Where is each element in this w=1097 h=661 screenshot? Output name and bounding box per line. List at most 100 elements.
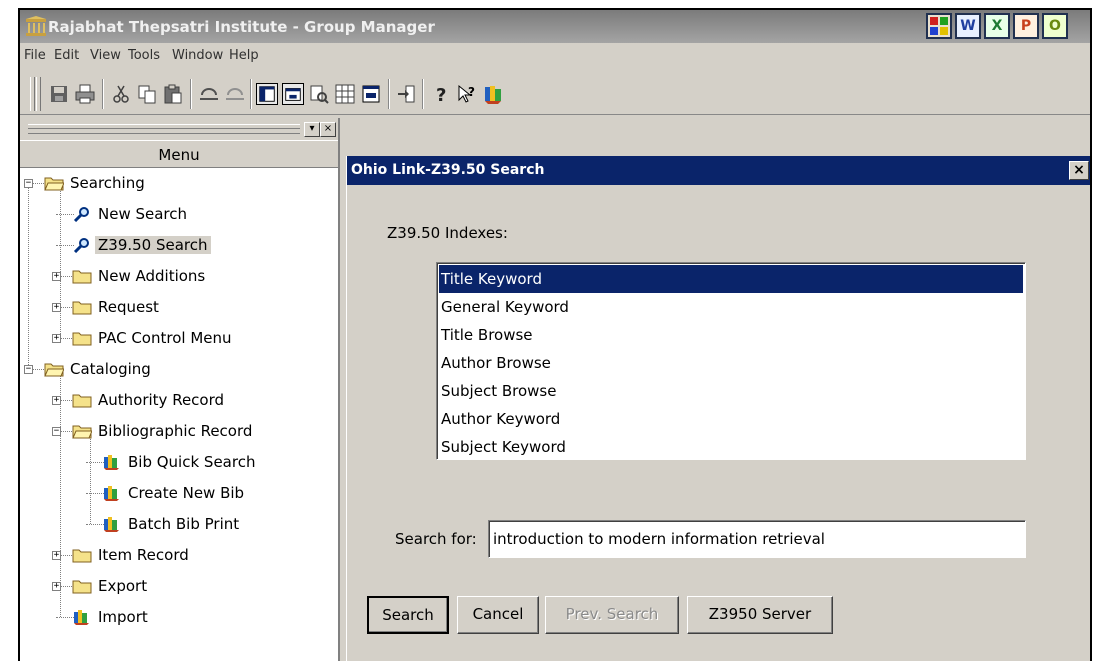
restore-icon[interactable]: ▾ (304, 122, 320, 137)
exit-icon[interactable] (396, 83, 418, 105)
word-icon[interactable]: W (955, 13, 981, 39)
expand-icon[interactable]: + (52, 272, 61, 281)
panel-grip[interactable] (28, 124, 300, 134)
paste-icon[interactable] (162, 83, 184, 105)
dialog-title: Ohio Link-Z39.50 Search (351, 162, 545, 178)
list-item[interactable]: Subject Browse (439, 377, 1023, 405)
books-icon (102, 516, 122, 532)
menu-panel-icon[interactable] (256, 83, 278, 105)
context-help-icon[interactable]: ? (456, 83, 478, 105)
copy-icon[interactable] (136, 83, 158, 105)
app-window: Rajabhat Thepsatri Institute - Group Man… (18, 8, 1092, 661)
toolbar: ? ? (20, 69, 1090, 115)
undo-icon[interactable] (198, 83, 220, 105)
search-button[interactable]: Search (367, 596, 449, 634)
search-input[interactable]: introduction to modern information retri… (488, 520, 1026, 558)
tree-item-label: Z39.50 Search (95, 236, 211, 254)
expand-icon[interactable]: + (52, 303, 61, 312)
menu-view[interactable]: View (90, 48, 121, 63)
dialog-close-button[interactable]: × (1069, 161, 1089, 180)
window-title: Rajabhat Thepsatri Institute - Group Man… (48, 18, 435, 36)
find-icon[interactable] (308, 83, 330, 105)
menu-help[interactable]: Help (229, 48, 259, 63)
tree-item-label: Cataloging (70, 360, 151, 378)
expand-icon[interactable]: + (52, 582, 61, 591)
svg-text:?: ? (468, 85, 475, 99)
tree-guide (60, 183, 61, 338)
window-icon[interactable] (282, 83, 304, 105)
folder-icon (72, 330, 92, 346)
tree-item-label: Searching (70, 174, 145, 192)
search-icon (72, 206, 92, 222)
collapse-icon[interactable]: − (24, 365, 33, 374)
cancel-button[interactable]: Cancel (457, 596, 539, 634)
toolbar-grip-2 (36, 77, 41, 111)
folder-icon (72, 578, 92, 594)
menu-window[interactable]: Window (172, 48, 223, 63)
toolbar-separator (388, 79, 390, 109)
list-item[interactable]: Title Keyword (439, 265, 1023, 293)
z3950-server-button[interactable]: Z3950 Server (687, 596, 833, 634)
collapse-icon[interactable]: − (52, 427, 61, 436)
excel-icon[interactable]: X (984, 13, 1010, 39)
books-icon (102, 485, 122, 501)
toolbar-separator (190, 79, 192, 109)
folder-icon (72, 392, 92, 408)
folder-icon (44, 175, 64, 191)
tree-item-label: Export (98, 577, 148, 595)
folder-icon (72, 547, 92, 563)
help-icon[interactable]: ? (430, 83, 452, 105)
close-icon[interactable]: × (320, 122, 336, 137)
books-icon[interactable] (482, 83, 504, 105)
folder-icon (72, 268, 92, 284)
tree-guide (60, 369, 61, 617)
menu-file[interactable]: File (24, 48, 46, 63)
menu-tree: − Searching New Search Z39.50 Search + New Ad… (20, 170, 338, 661)
z3950-search-dialog: Ohio Link-Z39.50 Search × Z39.50 Indexes… (346, 156, 1090, 661)
prev-search-button[interactable]: Prev. Search (545, 596, 679, 634)
menu-panel: ▾ × Menu − Searching New Search Z39.50 Sear… (20, 118, 340, 661)
collapse-icon[interactable]: − (24, 179, 33, 188)
search-for-label: Search for: (395, 530, 477, 548)
list-item[interactable]: Author Keyword (439, 405, 1023, 433)
access-icon[interactable] (926, 13, 952, 39)
tree-item-label: Authority Record (98, 391, 225, 409)
tree-item-label: Create New Bib (128, 484, 245, 502)
menu-bar: File Edit View Tools Window Help (20, 43, 1090, 69)
list-item[interactable]: General Keyword (439, 293, 1023, 321)
list-item[interactable]: Title Browse (439, 321, 1023, 349)
tree-item-label: Batch Bib Print (128, 515, 240, 533)
menu-edit[interactable]: Edit (54, 48, 79, 63)
books-icon (72, 609, 92, 625)
expand-icon[interactable]: + (52, 551, 61, 560)
grid-icon[interactable] (334, 83, 356, 105)
expand-icon[interactable]: + (52, 334, 61, 343)
folder-icon (44, 361, 64, 377)
toolbar-separator (102, 79, 104, 109)
tree-item-label: New Additions (98, 267, 206, 285)
indexes-listbox[interactable]: Title Keyword General Keyword Title Brow… (436, 262, 1026, 460)
tree-guide (90, 431, 91, 524)
dialog-title-bar: Ohio Link-Z39.50 Search × (347, 156, 1090, 185)
redo-icon[interactable] (224, 83, 246, 105)
cut-icon[interactable] (110, 83, 132, 105)
menu-tools[interactable]: Tools (128, 48, 160, 63)
toolbar-grip[interactable] (30, 77, 35, 111)
tree-guide (28, 183, 29, 369)
save-icon[interactable] (48, 83, 70, 105)
powerpoint-icon[interactable]: P (1013, 13, 1039, 39)
expand-icon[interactable]: + (52, 396, 61, 405)
tree-item-label: New Search (98, 205, 188, 223)
list-item[interactable]: Subject Keyword (439, 433, 1023, 461)
institute-icon (26, 16, 46, 36)
folder-icon (72, 299, 92, 315)
books-icon (102, 454, 122, 470)
outlook-icon[interactable]: O (1042, 13, 1068, 39)
tree-item-label: Import (98, 608, 148, 626)
print-icon[interactable] (74, 83, 96, 105)
tree-item-label: PAC Control Menu (98, 329, 232, 347)
form-icon[interactable] (360, 83, 382, 105)
search-icon (72, 237, 92, 253)
list-item[interactable]: Author Browse (439, 349, 1023, 377)
tree-item-label: Bibliographic Record (98, 422, 253, 440)
